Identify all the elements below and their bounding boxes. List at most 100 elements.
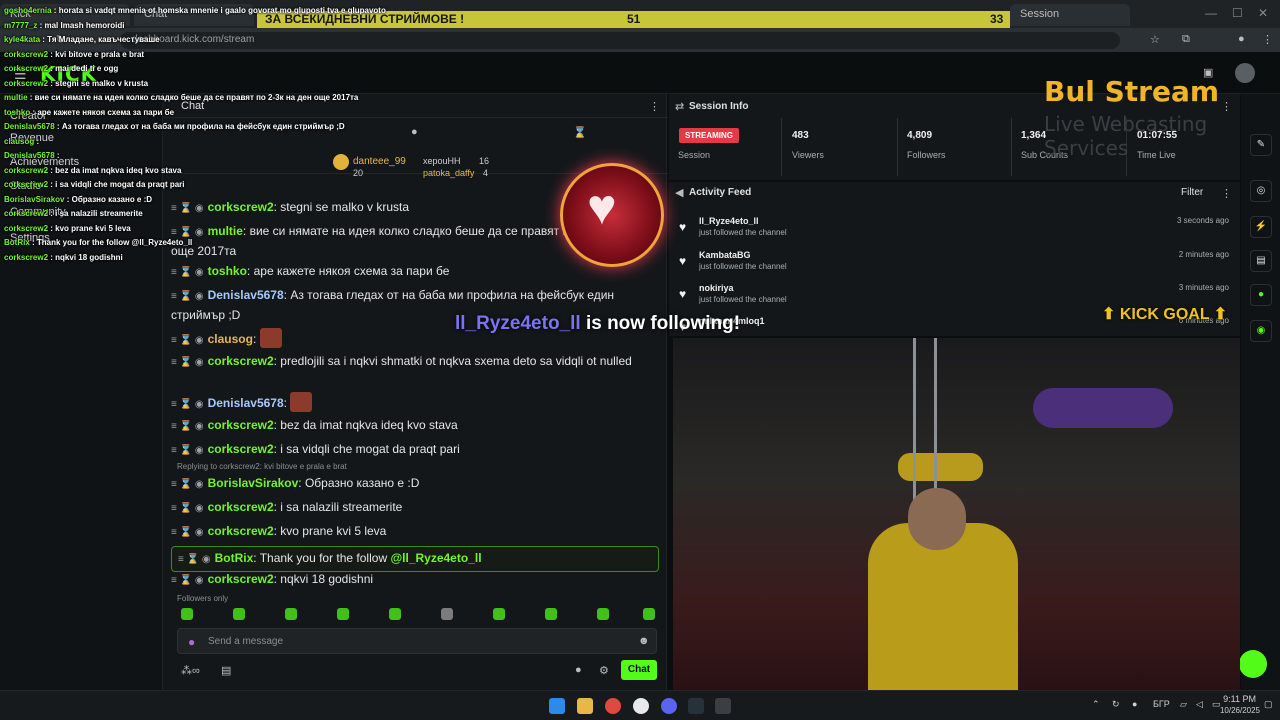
streaming-badge: STREAMING (679, 128, 739, 143)
overlay-chat-user: BotRix (4, 238, 30, 247)
taskbar: ⌃ ↻ ● БГР ▱ ◁ ▭ 9:11 PM 10/26/2025 ▢ (0, 690, 1280, 720)
overlay-chat-text: i sa vidqli che mogat da praqt pari (55, 180, 185, 189)
mod-badges-icon[interactable]: ≡ ⌛ ◉ (171, 445, 204, 456)
gifter-name[interactable]: xepouHH (423, 156, 461, 166)
mod-badges-icon[interactable]: ≡ ⌛ ◉ (171, 503, 204, 514)
chat-username[interactable]: corkscrew2 (208, 442, 274, 456)
volume-icon[interactable]: ◁ (1196, 699, 1203, 710)
chat-icon[interactable]: ● (1250, 284, 1272, 306)
clock-time[interactable]: 9:11 PM (1222, 694, 1256, 704)
chat-input[interactable]: ● Send a message ☻ (177, 628, 657, 654)
chat-username[interactable]: corkscrew2 (208, 418, 274, 432)
notification-icon[interactable]: ▢ (1264, 699, 1273, 710)
emote-icon[interactable] (181, 608, 193, 620)
overlay-chat-sep: : (29, 238, 37, 247)
menu-icon[interactable]: ⋮ (1262, 33, 1273, 46)
windows-start-icon[interactable] (549, 698, 565, 714)
gear-icon[interactable]: ⚙ (599, 664, 609, 677)
chat-username[interactable]: Denislav5678 (208, 396, 284, 410)
chrome-icon[interactable] (605, 698, 621, 714)
mod-badges-icon[interactable]: ≡ ⌛ ◉ (171, 335, 204, 346)
chat-username[interactable]: clausog (208, 332, 253, 346)
terminal-icon[interactable] (715, 698, 731, 714)
overlay-chat-user: toshko (4, 107, 31, 117)
gifter-name[interactable]: patoka_daffy (423, 168, 474, 178)
activity-name[interactable]: KambataBG (699, 250, 751, 260)
tray-sync-icon[interactable]: ↻ (1112, 699, 1120, 710)
activity-name[interactable]: nokiriya (699, 283, 734, 293)
overlay-chat-sep: : (51, 6, 59, 15)
emote-icon[interactable] (389, 608, 401, 620)
language-indicator[interactable]: БГР (1153, 699, 1170, 709)
chat-username[interactable]: toshko (208, 264, 247, 278)
activity-time: 3 seconds ago (1176, 216, 1229, 225)
emote-icon[interactable] (285, 608, 297, 620)
profile-icon[interactable]: ● (1238, 33, 1245, 45)
focus-icon[interactable]: ◎ (1250, 180, 1272, 202)
chat-message: ≡ ⌛ ◉ corkscrew2: i sa nalazili streameri… (171, 498, 659, 518)
tray-chevron-icon[interactable]: ⌃ (1092, 699, 1100, 710)
mod-badges-icon[interactable]: ≡ ⌛ ◉ (171, 479, 204, 490)
browser-tab[interactable]: Session (1010, 4, 1130, 26)
emote-icon[interactable] (337, 608, 349, 620)
clock-date[interactable]: 10/26/2025 (1214, 706, 1260, 715)
mod-badges-icon[interactable]: ≡ ⌛ ◉ (171, 399, 204, 410)
chat-username[interactable]: BorislavSirakov (208, 476, 299, 490)
overlay-chat-line: corkscrew2 : bez da imat nqkva ideq kvo … (4, 166, 364, 175)
clip-icon[interactable]: ▤ (1250, 250, 1272, 272)
chat-username[interactable]: corkscrew2 (208, 572, 274, 586)
mic-icon[interactable]: ● (188, 635, 195, 649)
star-icon[interactable]: ☆ (1150, 33, 1160, 46)
emote-icon[interactable] (233, 608, 245, 620)
emote-icon[interactable] (441, 608, 453, 620)
emote-icon[interactable] (643, 608, 655, 620)
discord-icon[interactable] (661, 698, 677, 714)
chat-username[interactable]: corkscrew2 (208, 354, 274, 368)
overlay-chat-text: вие си нямате на идея колко сладко беше … (34, 93, 359, 102)
chat-message: ≡ ⌛ ◉ corkscrew2: predlojili sa i nqkvi s… (171, 352, 659, 372)
broadcast-icon[interactable]: ◉ (1250, 320, 1272, 342)
mod-badges-icon[interactable]: ≡ ⌛ ◉ (171, 267, 204, 278)
emote-icon[interactable] (493, 608, 505, 620)
maximize-icon[interactable]: ☐ (1232, 6, 1243, 20)
chat-send-button[interactable]: Chat (621, 660, 657, 680)
mod-badges-icon[interactable]: ≡ ⌛ ◉ (171, 527, 204, 538)
close-icon[interactable]: ✕ (1258, 6, 1268, 20)
mod-badges-icon[interactable]: ≡ ⌛ ◉ (171, 421, 204, 432)
chat-username[interactable]: Denislav5678 (208, 288, 284, 302)
chat-menu-icon[interactable]: ⋮ (649, 100, 660, 113)
mod-badges-icon[interactable]: ≡ ⌛ ◉ (171, 575, 204, 586)
emote-icon[interactable] (545, 608, 557, 620)
avatar[interactable] (1235, 63, 1255, 83)
network-icon[interactable]: ▱ (1180, 699, 1187, 710)
emote-icon[interactable] (597, 608, 609, 620)
overlay-chat-text: Образно казано е :D (71, 194, 153, 204)
file-explorer-icon[interactable] (577, 698, 593, 714)
chat-tools-icon[interactable]: ⁂∞ (181, 664, 200, 677)
chat-bubble-icon[interactable]: ● (575, 664, 582, 676)
activity-name[interactable]: ll_Ryze4eto_ll (699, 216, 759, 226)
extensions-icon[interactable]: ⧉ (1182, 33, 1190, 46)
mod-badges-icon[interactable]: ≡ ⌛ ◉ (171, 291, 204, 302)
arrow-up-icon: ⬆ (1213, 306, 1228, 323)
feed-icon: ◀ (675, 187, 684, 199)
activity-menu-icon[interactable]: ⋮ (1221, 187, 1232, 200)
chat-text: nqkvi 18 godishni (280, 572, 374, 586)
chat-text: kvo prane kvi 5 leva (280, 524, 387, 538)
emoji-icon[interactable]: ☻ (638, 635, 650, 647)
mod-badges-icon[interactable]: ≡ ⌛ ◉ (178, 554, 211, 565)
store-icon[interactable]: ▤ (221, 664, 231, 677)
chat-username[interactable]: corkscrew2 (208, 524, 274, 538)
flash-icon[interactable]: ⚡ (1250, 216, 1272, 238)
chat-username[interactable]: corkscrew2 (208, 500, 274, 514)
app-icon[interactable] (688, 698, 704, 714)
minimize-icon[interactable]: — (1205, 6, 1217, 20)
tray-mic-icon[interactable]: ● (1132, 699, 1137, 709)
mod-badges-icon[interactable]: ≡ ⌛ ◉ (171, 357, 204, 368)
support-button[interactable] (1239, 650, 1267, 678)
chat-username[interactable]: BotRix (215, 551, 254, 565)
chat-mention[interactable]: @ll_Ryze4eto_ll (390, 551, 481, 565)
chat-text: i sa vidqli che mogat da praqt pari (280, 442, 460, 456)
obs-icon[interactable] (633, 698, 649, 714)
filter-button[interactable]: Filter (1181, 187, 1203, 198)
